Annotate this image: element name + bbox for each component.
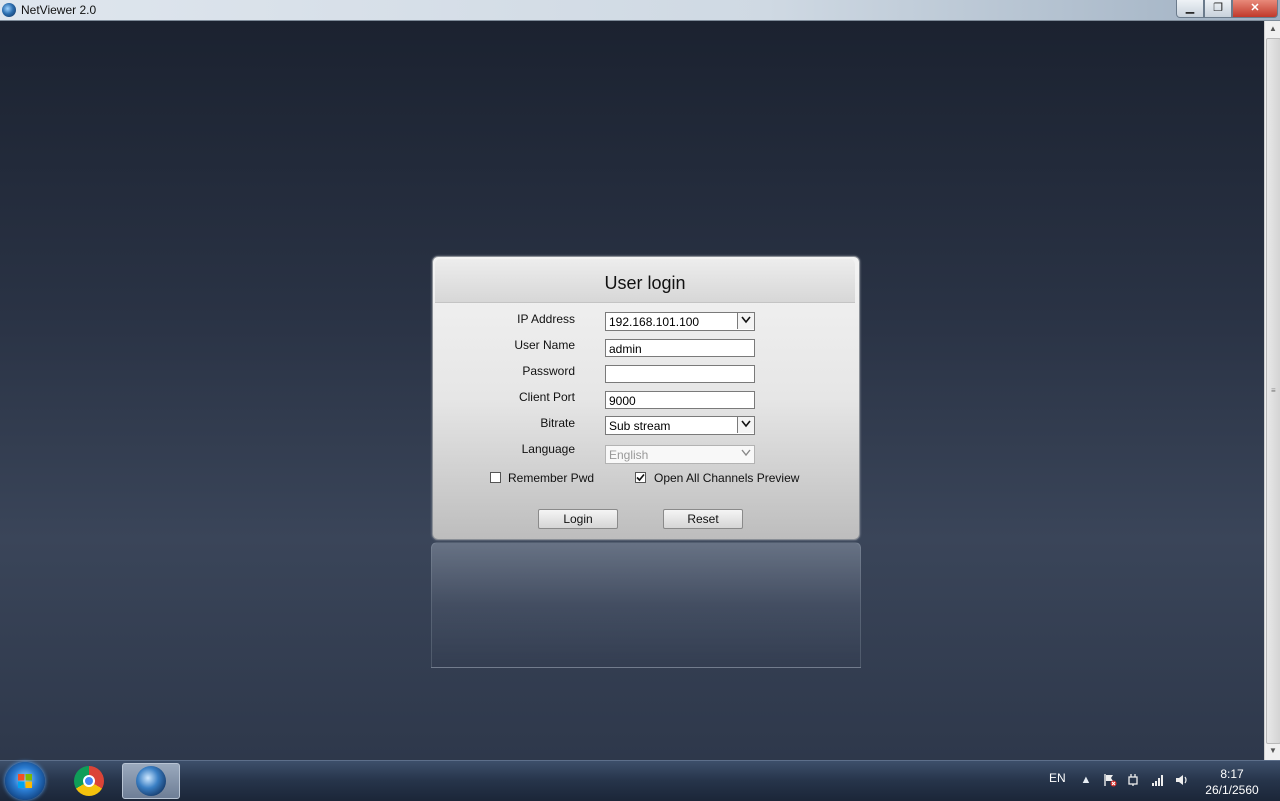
grip-icon: ≡	[1271, 386, 1276, 395]
chevron-down-icon	[741, 420, 751, 428]
bitrate-label: Bitrate	[540, 416, 575, 430]
ip-address-value: 192.168.101.100	[609, 315, 700, 329]
chevron-down-icon	[741, 449, 751, 457]
volume-speaker-icon[interactable]	[1175, 773, 1189, 787]
bitrate-value: Sub stream	[609, 419, 671, 433]
netviewer-app-icon	[2, 3, 16, 17]
scroll-down-arrow-icon[interactable]: ▼	[1265, 743, 1280, 759]
reset-button[interactable]: Reset	[663, 509, 743, 529]
open-all-preview-label: Open All Channels Preview	[654, 471, 800, 485]
ip-address-combo[interactable]: 192.168.101.100	[605, 312, 755, 331]
client-port-label: Client Port	[518, 390, 575, 404]
language-label: Language	[521, 442, 575, 456]
chrome-icon	[74, 766, 104, 796]
restore-button[interactable]: ❐	[1204, 0, 1232, 18]
show-hidden-icons-icon[interactable]: ▲	[1079, 773, 1093, 787]
taskbar-item-chrome[interactable]	[60, 763, 118, 799]
language-dropdown-button[interactable]	[738, 446, 754, 462]
close-button[interactable]: ✕	[1232, 0, 1278, 18]
window-controls: ▁ ❐ ✕	[1176, 0, 1278, 18]
window-title: NetViewer 2.0	[21, 3, 97, 17]
network-signal-icon[interactable]	[1151, 773, 1165, 787]
minimize-button[interactable]: ▁	[1176, 0, 1204, 18]
login-dialog: User login IP Address 192.168.101.100 Us…	[432, 256, 860, 540]
dialog-header: User login	[435, 259, 855, 303]
bitrate-select[interactable]: Sub stream	[605, 416, 755, 435]
taskbar-clock[interactable]: 8:17 26/1/2560	[1200, 766, 1264, 798]
login-button[interactable]: Login	[538, 509, 618, 529]
remember-pwd-checkbox[interactable]	[490, 472, 501, 483]
clock-date: 26/1/2560	[1205, 783, 1259, 797]
vertical-scrollbar[interactable]: ▲ ≡ ▼	[1264, 21, 1280, 760]
input-language-indicator[interactable]: EN	[1049, 771, 1066, 785]
username-label: User Name	[514, 338, 575, 352]
password-input[interactable]	[605, 365, 755, 383]
window-titlebar: NetViewer 2.0 ▁ ❐ ✕	[0, 0, 1280, 21]
password-label: Password	[522, 364, 575, 378]
client-port-input[interactable]: 9000	[605, 391, 755, 409]
open-all-preview-checkbox[interactable]	[635, 472, 646, 483]
scrollbar-thumb[interactable]: ≡	[1266, 38, 1280, 744]
start-button[interactable]	[5, 762, 45, 800]
checkmark-icon	[636, 473, 645, 482]
clock-time: 8:17	[1220, 767, 1244, 781]
ip-dropdown-button[interactable]	[737, 313, 754, 329]
dialog-reflection	[431, 542, 861, 668]
language-value: English	[609, 448, 649, 462]
taskbar-item-netviewer[interactable]	[122, 763, 180, 799]
windows-logo-icon	[18, 774, 32, 788]
remember-pwd-label: Remember Pwd	[508, 471, 595, 485]
netviewer-icon	[136, 766, 166, 796]
chevron-down-icon	[741, 316, 751, 324]
bitrate-dropdown-button[interactable]	[737, 417, 754, 433]
username-input[interactable]: admin	[605, 339, 755, 357]
dialog-title: User login	[604, 273, 686, 293]
ip-address-label: IP Address	[517, 312, 575, 326]
power-plug-icon[interactable]	[1126, 773, 1140, 787]
action-center-flag-icon[interactable]	[1103, 773, 1117, 787]
scroll-up-arrow-icon[interactable]: ▲	[1265, 21, 1280, 37]
language-select[interactable]: English	[605, 445, 755, 464]
